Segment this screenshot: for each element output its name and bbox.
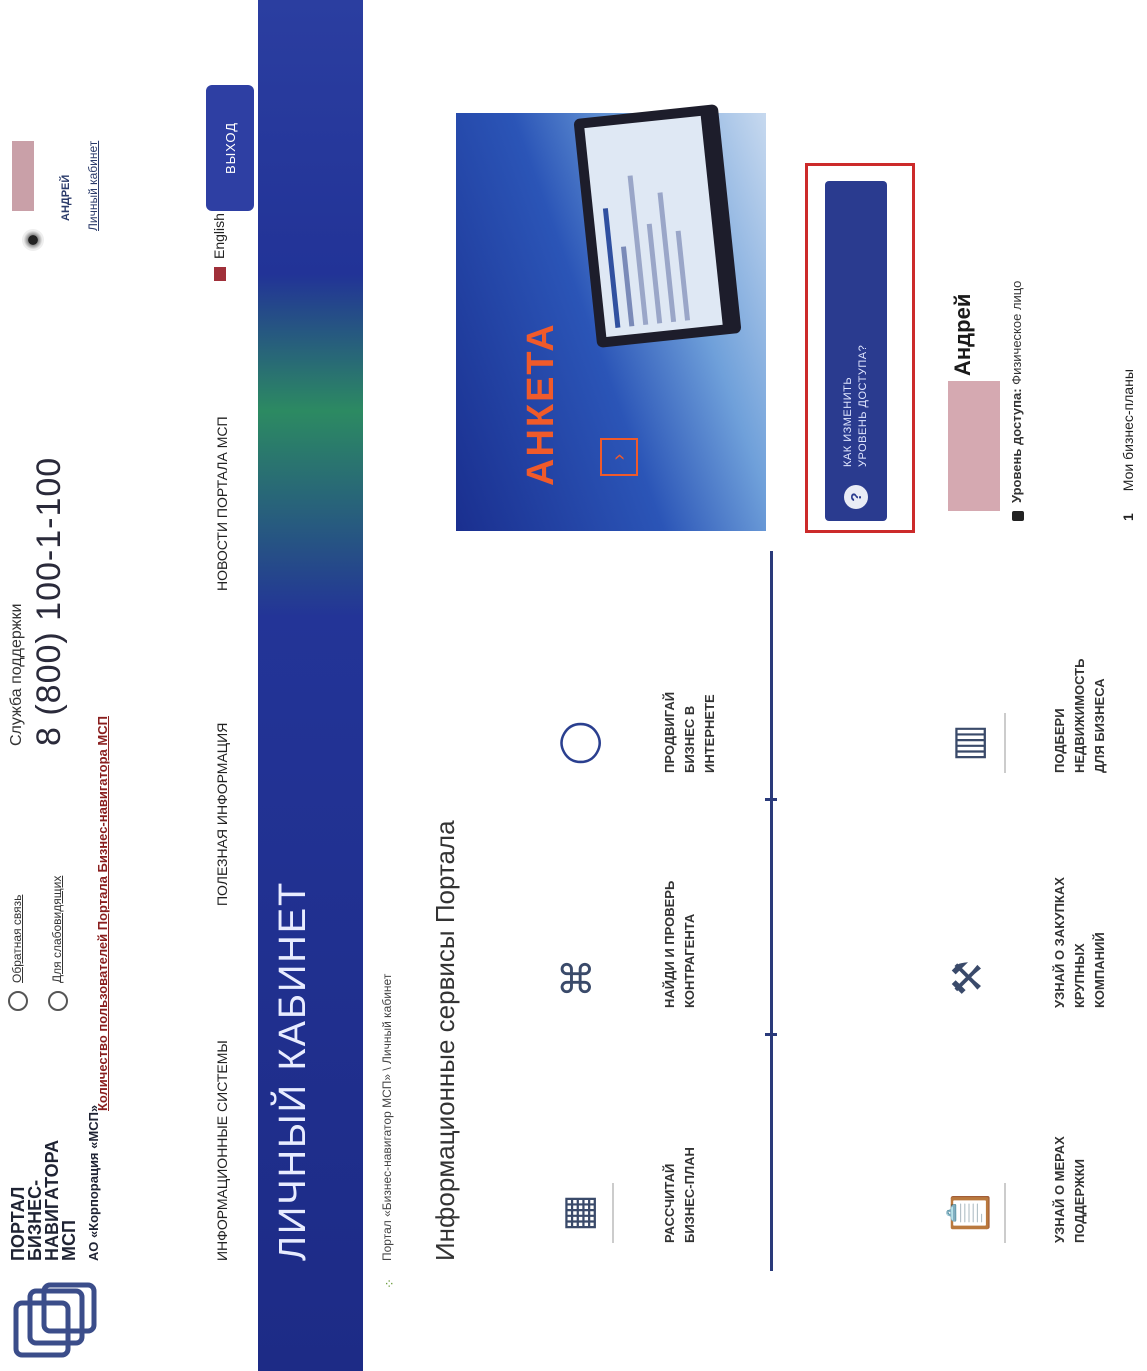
screen-bar (646, 223, 663, 324)
gavel-icon[interactable]: ⚒ (945, 948, 991, 1008)
service-underline (612, 1183, 614, 1243)
logo-subtitle: АО «Корпорация «МСП» (86, 1104, 101, 1261)
banner-title: АНКЕТА (520, 322, 562, 486)
access-level-label: Уровень доступа: (1009, 388, 1024, 503)
eye-icon (48, 991, 68, 1011)
users-counter-link[interactable]: Количество пользователей Портала Бизнес-… (95, 716, 110, 1111)
access-level: Уровень доступа: Физическое лицо (1009, 281, 1024, 503)
portal-logo-icon[interactable] (12, 1279, 100, 1359)
service-underline (1004, 713, 1006, 773)
page-title: ЛИЧНЫЙ КАБИНЕТ (272, 880, 314, 1261)
change-access-label: КАК ИЗМЕНИТЬ УРОВЕНЬ ДОСТУПА? (842, 344, 869, 467)
service-underline (1004, 1183, 1006, 1243)
service-find-counterparty[interactable]: НАЙДИ И ПРОВЕРЬ КОНТРАГЕНТА (660, 838, 700, 1008)
flag-icon (214, 267, 226, 281)
service-promote-online[interactable]: ПРОДВИГАЙ БИЗНЕС В ИНТЕРНЕТЕ (660, 603, 720, 773)
ring-icon[interactable]: ◯ (555, 713, 601, 773)
nav-item-info-systems[interactable]: ИНФОРМАЦИОННЫЕ СИСТЕМЫ (214, 1040, 230, 1261)
breadcrumb[interactable]: Портал «Бизнес-навигатор МСП» \ Личный к… (380, 974, 394, 1261)
change-access-level-button[interactable]: ? КАК ИЗМЕНИТЬ УРОВЕНЬ ДОСТУПА? (825, 181, 887, 521)
feedback-link[interactable]: Обратная связь (8, 895, 28, 1011)
logo-title[interactable]: ПОРТАЛ БИЗНЕС- НАВИГАТОРА МСП (8, 1121, 79, 1261)
clipboard-icon[interactable]: 📋 (945, 1183, 992, 1243)
accessibility-link-label: Для слабовидящих (50, 875, 65, 983)
service-procurement[interactable]: УЗНАЙ О ЗАКУПКАХ КРУПНЫХ КОМПАНИЙ (1050, 838, 1110, 1008)
access-level-value: Физическое лицо (1009, 280, 1024, 385)
network-icon[interactable]: ⌘ (555, 948, 601, 1008)
calculator-icon[interactable]: ▦ (555, 1183, 601, 1243)
service-column-divider (765, 1033, 777, 1036)
service-column-divider (765, 798, 777, 801)
language-switch[interactable]: English (211, 213, 227, 259)
laptop-screen (584, 115, 723, 337)
profile-name: Андрей (950, 293, 975, 376)
screen-bar (620, 246, 635, 327)
my-business-plans-item[interactable]: 1 Мои бизнес-планы (1120, 369, 1136, 521)
service-real-estate[interactable]: ПОДБЕРИ НЕДВИЖИМОСТЬ ДЛЯ БИЗНЕСА (1050, 603, 1110, 773)
question-icon: ? (844, 485, 868, 509)
laptop-illustration (573, 104, 742, 348)
user-name: АНДРЕЙ (60, 174, 72, 221)
feedback-link-label: Обратная связь (10, 894, 25, 983)
building-icon[interactable]: ▥ (945, 713, 991, 773)
nav-item-news[interactable]: НОВОСТИ ПОРТАЛА МСП (214, 416, 230, 591)
user-avatar-redacted (12, 141, 34, 211)
plans-label: Мои бизнес-планы (1120, 369, 1136, 492)
services-divider-top (770, 551, 773, 1271)
support-label: Служба поддержки (8, 603, 25, 746)
profile-photo-redacted (948, 381, 1000, 511)
services-title: Информационные сервисы Портала (430, 820, 460, 1261)
screen-bar (657, 192, 677, 323)
nav-item-useful-info[interactable]: ПОЛЕЗНАЯ ИНФОРМАЦИЯ (214, 723, 230, 906)
service-support-measures[interactable]: УЗНАЙ О МЕРАХ ПОДДЕРЖКИ (1050, 1073, 1090, 1243)
page-rotated: ПОРТАЛ БИЗНЕС- НАВИГАТОРА МСП АО «Корпор… (0, 0, 1147, 1371)
feedback-icon (8, 991, 28, 1011)
logout-button[interactable]: ВЫХОД (206, 85, 254, 211)
screen-bar (602, 208, 621, 328)
plans-number: 1 (1120, 513, 1136, 521)
user-cabinet-link[interactable]: Личный кабинет (86, 141, 100, 231)
lock-icon (1012, 511, 1024, 521)
compass-icon (22, 229, 44, 251)
accessibility-link[interactable]: Для слабовидящих (48, 876, 68, 1011)
screen-bar (675, 230, 691, 321)
service-business-plan[interactable]: РАССЧИТАЙ БИЗНЕС-ПЛАН (660, 1073, 700, 1243)
support-phone[interactable]: 8 (800) 100-1-100 (30, 457, 69, 746)
breadcrumb-icon: ⁘ (382, 1278, 397, 1289)
chevron-right-icon[interactable]: › (600, 438, 638, 476)
